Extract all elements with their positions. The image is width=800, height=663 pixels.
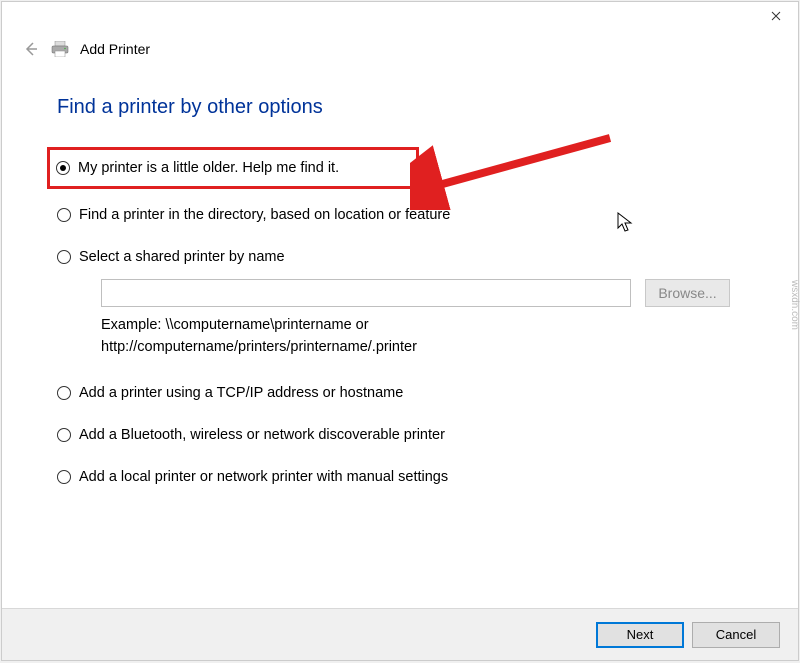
radio-icon — [57, 428, 71, 442]
example-line2: http://computername/printers/printername… — [101, 337, 743, 359]
option-shared[interactable]: Select a shared printer by name — [57, 245, 743, 269]
browse-button[interactable]: Browse... — [645, 279, 730, 307]
close-button[interactable] — [753, 2, 798, 30]
wizard-header: Add Printer — [2, 34, 798, 66]
radio-icon — [57, 250, 71, 264]
radio-icon — [56, 161, 70, 175]
shared-example-text: Example: \\computername\printername or h… — [101, 315, 743, 359]
shared-printer-input[interactable] — [101, 279, 631, 307]
page-heading: Find a printer by other options — [57, 96, 743, 119]
option-label: My printer is a little older. Help me fi… — [78, 160, 339, 176]
watermark: wsxdn.com — [789, 280, 800, 330]
option-shared-group: Select a shared printer by name Browse..… — [57, 245, 743, 359]
content-area: Find a printer by other options My print… — [2, 66, 798, 507]
next-button[interactable]: Next — [596, 622, 684, 648]
cancel-button[interactable]: Cancel — [692, 622, 780, 648]
option-older-printer[interactable]: My printer is a little older. Help me fi… — [47, 147, 419, 189]
option-directory[interactable]: Find a printer in the directory, based o… — [57, 203, 743, 227]
option-label: Find a printer in the directory, based o… — [79, 207, 450, 223]
option-wireless[interactable]: Add a Bluetooth, wireless or network dis… — [57, 423, 743, 447]
option-label: Select a shared printer by name — [79, 249, 285, 265]
option-local[interactable]: Add a local printer or network printer w… — [57, 465, 743, 489]
printer-icon — [50, 41, 70, 57]
option-label: Add a Bluetooth, wireless or network dis… — [79, 427, 445, 443]
radio-icon — [57, 386, 71, 400]
option-label: Add a local printer or network printer w… — [79, 469, 448, 485]
example-line1: Example: \\computername\printername or — [101, 315, 743, 337]
option-label: Add a printer using a TCP/IP address or … — [79, 385, 403, 401]
add-printer-dialog: Add Printer Find a printer by other opti… — [1, 1, 799, 661]
titlebar — [2, 2, 798, 34]
wizard-title: Add Printer — [80, 41, 150, 57]
back-button[interactable] — [22, 40, 40, 58]
options-group: My printer is a little older. Help me fi… — [57, 147, 743, 507]
footer-bar: Next Cancel — [2, 608, 798, 660]
radio-icon — [57, 470, 71, 484]
close-icon — [771, 11, 781, 21]
shared-input-row: Browse... — [101, 279, 743, 307]
radio-icon — [57, 208, 71, 222]
back-arrow-icon — [23, 41, 39, 57]
option-tcpip[interactable]: Add a printer using a TCP/IP address or … — [57, 381, 743, 405]
